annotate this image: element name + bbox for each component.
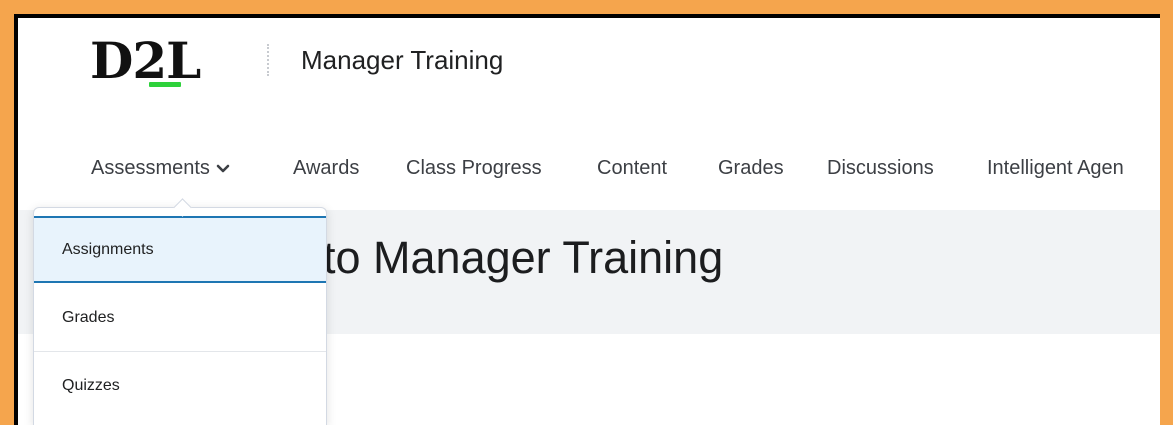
banner-title: to Manager Training (323, 232, 724, 283)
logo-accent-bar (149, 82, 181, 87)
d2l-course-page: D2L Manager Training Assessments Awards … (18, 18, 1160, 425)
nav-item-grades[interactable]: Grades (718, 156, 784, 180)
nav-item-assessments[interactable]: Assessments (91, 156, 230, 180)
nav-item-class-progress[interactable]: Class Progress (406, 156, 542, 180)
nav-item-content[interactable]: Content (597, 156, 667, 180)
dropdown-item-grades[interactable]: Grades (34, 284, 326, 351)
dropdown-item-assignments[interactable]: Assignments (34, 216, 326, 283)
course-header: D2L Manager Training (18, 18, 1160, 127)
nav-item-label: Assessments (91, 157, 210, 179)
course-title[interactable]: Manager Training (301, 40, 503, 80)
nav-item-discussions[interactable]: Discussions (827, 156, 934, 180)
header-divider (267, 44, 269, 76)
assessments-dropdown-menu: Assignments Grades Quizzes (33, 207, 327, 425)
d2l-logo[interactable]: D2L (90, 26, 201, 96)
nav-item-intelligent-agents[interactable]: Intelligent Agen (987, 156, 1124, 180)
nav-item-awards[interactable]: Awards (293, 156, 359, 180)
dropdown-item-quizzes[interactable]: Quizzes (34, 352, 326, 419)
chevron-down-icon (216, 164, 230, 173)
course-navbar: Assessments Awards Class Progress Conten… (18, 126, 1160, 210)
